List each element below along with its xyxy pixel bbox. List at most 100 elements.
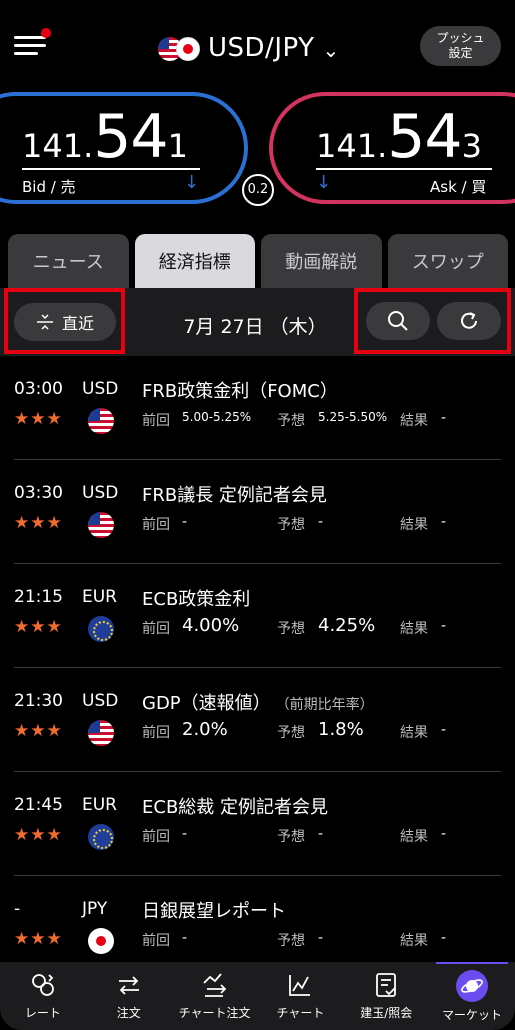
result-value: - bbox=[441, 618, 447, 634]
previous-label: 前回 bbox=[142, 829, 170, 845]
market-icon bbox=[456, 970, 489, 1002]
bid-price: 141. 54 1 bbox=[22, 102, 188, 172]
ask-price-pips: 54 bbox=[387, 102, 462, 172]
forecast-label: 予想 bbox=[277, 933, 305, 949]
positions-icon bbox=[370, 970, 402, 1000]
importance-stars-icon: ★★★ bbox=[14, 929, 63, 949]
us-flag-icon bbox=[88, 408, 114, 434]
header: USD/JPY ⌄ プッシュ 設定 bbox=[0, 0, 515, 90]
nav-item-chart[interactable]: チャート bbox=[257, 962, 343, 1030]
event-title-wrap: GDP（速報値） （前期比年率） bbox=[142, 689, 374, 715]
event-title: ECB政策金利 bbox=[142, 589, 251, 610]
event-row[interactable]: 21:45 EUR ECB総裁 定例記者会見 ★★★ 前回 - 予想 - 結果 … bbox=[14, 772, 501, 876]
pair-flags bbox=[158, 35, 202, 61]
ask-down-arrow-icon: ↓ bbox=[316, 172, 332, 193]
tab-bar: ニュース 経済指標 動画解説 スワップ bbox=[8, 234, 508, 288]
ask-price-prefix: 141. bbox=[316, 127, 388, 165]
result-value: - bbox=[441, 826, 447, 842]
event-currency: USD bbox=[82, 691, 119, 711]
event-list: 03:00 USD FRB政策金利（FOMC） ★★★ 前回 5.00-5.25… bbox=[0, 356, 515, 980]
previous-value: 4.00% bbox=[182, 615, 240, 636]
result-label: 結果 bbox=[400, 621, 428, 637]
event-title: FRB議長 定例記者会見 bbox=[142, 485, 327, 506]
forecast-value: - bbox=[318, 826, 324, 842]
nav-label: チャート bbox=[276, 1006, 325, 1020]
event-currency: JPY bbox=[82, 899, 108, 919]
previous-label: 前回 bbox=[142, 621, 170, 637]
nav-label: マーケット bbox=[442, 1008, 503, 1022]
bid-price-pips: 54 bbox=[93, 102, 168, 172]
event-subtitle: （前期比年率） bbox=[282, 697, 374, 713]
bid-price-prefix: 141. bbox=[22, 127, 94, 165]
currency-pair-selector[interactable]: USD/JPY ⌄ bbox=[158, 28, 339, 68]
jp-flag-icon bbox=[88, 928, 114, 954]
nav-label: レート bbox=[24, 1006, 61, 1020]
tab-news[interactable]: ニュース bbox=[8, 234, 129, 288]
push-settings-label-2: 設定 bbox=[448, 46, 473, 60]
event-row[interactable]: 21:15 EUR ECB政策金利 ★★★ 前回 4.00% 予想 4.25% … bbox=[14, 564, 501, 668]
forecast-value: - bbox=[318, 514, 324, 530]
jp-flag-icon bbox=[176, 37, 200, 61]
tab-swap[interactable]: スワップ bbox=[387, 234, 508, 288]
event-title: FRB政策金利（FOMC） bbox=[142, 381, 338, 402]
ask-price-last: 3 bbox=[461, 127, 482, 165]
nav-item-order[interactable]: 注文 bbox=[86, 962, 172, 1030]
result-label: 結果 bbox=[400, 725, 428, 741]
event-title-wrap: ECB総裁 定例記者会見 bbox=[142, 793, 328, 819]
menu-icon-bar bbox=[14, 52, 38, 55]
ask-underline bbox=[316, 168, 492, 170]
previous-label: 前回 bbox=[142, 933, 170, 949]
event-time: 03:00 bbox=[14, 379, 63, 399]
ask-price: 141. 54 3 bbox=[316, 102, 482, 172]
event-time: 21:30 bbox=[14, 691, 63, 711]
highlight-box-left bbox=[4, 288, 125, 354]
event-time: - bbox=[14, 899, 21, 919]
previous-label: 前回 bbox=[142, 725, 170, 741]
result-label: 結果 bbox=[400, 829, 428, 845]
nav-item-positions[interactable]: 建玉/照会 bbox=[343, 962, 429, 1030]
result-label: 結果 bbox=[400, 517, 428, 533]
push-settings-button[interactable]: プッシュ 設定 bbox=[420, 26, 501, 66]
tab-economic-indicators[interactable]: 経済指標 bbox=[134, 234, 255, 288]
event-row[interactable]: 03:00 USD FRB政策金利（FOMC） ★★★ 前回 5.00-5.25… bbox=[14, 356, 501, 460]
event-row[interactable]: 03:30 USD FRB議長 定例記者会見 ★★★ 前回 - 予想 - 結果 … bbox=[14, 460, 501, 564]
nav-label: 注文 bbox=[116, 1006, 141, 1020]
order-icon bbox=[113, 970, 145, 1000]
menu-button[interactable] bbox=[14, 28, 51, 60]
event-currency: EUR bbox=[82, 795, 117, 815]
nav-item-rate[interactable]: レート bbox=[0, 962, 86, 1030]
previous-value: - bbox=[182, 930, 188, 946]
menu-icon bbox=[14, 36, 46, 39]
eu-flag-icon bbox=[88, 824, 114, 850]
importance-stars-icon: ★★★ bbox=[14, 721, 63, 741]
menu-icon-bar bbox=[14, 44, 46, 47]
event-title-wrap: 日銀展望レポート bbox=[142, 897, 286, 923]
tab-video[interactable]: 動画解説 bbox=[261, 234, 382, 288]
previous-value: - bbox=[182, 826, 188, 842]
event-row[interactable]: 21:30 USD GDP（速報値） （前期比年率） ★★★ 前回 2.0% 予想… bbox=[14, 668, 501, 772]
event-title: ECB総裁 定例記者会見 bbox=[142, 797, 329, 818]
event-time: 03:30 bbox=[14, 483, 63, 503]
push-settings-label-1: プッシュ bbox=[436, 31, 485, 45]
forecast-label: 予想 bbox=[277, 829, 305, 845]
highlight-box-right bbox=[354, 288, 511, 354]
result-value: - bbox=[441, 722, 447, 738]
chart-icon bbox=[284, 970, 316, 1000]
nav-item-chart-order[interactable]: チャート注文 bbox=[172, 962, 258, 1030]
importance-stars-icon: ★★★ bbox=[14, 409, 63, 429]
bottom-nav: レート 注文 チャート注文 チャート 建玉/照会 マーケット bbox=[0, 962, 515, 1030]
importance-stars-icon: ★★★ bbox=[14, 513, 63, 533]
event-currency: USD bbox=[82, 379, 119, 399]
bid-price-last: 1 bbox=[167, 127, 188, 165]
forecast-label: 予想 bbox=[277, 413, 305, 429]
result-value: - bbox=[441, 410, 447, 426]
nav-item-market[interactable]: マーケット bbox=[429, 962, 515, 1030]
previous-value: 2.0% bbox=[182, 719, 228, 740]
forecast-value: 1.8% bbox=[318, 719, 364, 740]
event-currency: EUR bbox=[82, 587, 117, 607]
date-label: 7月 27日 （木） bbox=[183, 316, 327, 338]
result-label: 結果 bbox=[400, 413, 428, 429]
event-time: 21:45 bbox=[14, 795, 63, 815]
result-value: - bbox=[441, 514, 447, 530]
bid-underline bbox=[22, 168, 200, 170]
